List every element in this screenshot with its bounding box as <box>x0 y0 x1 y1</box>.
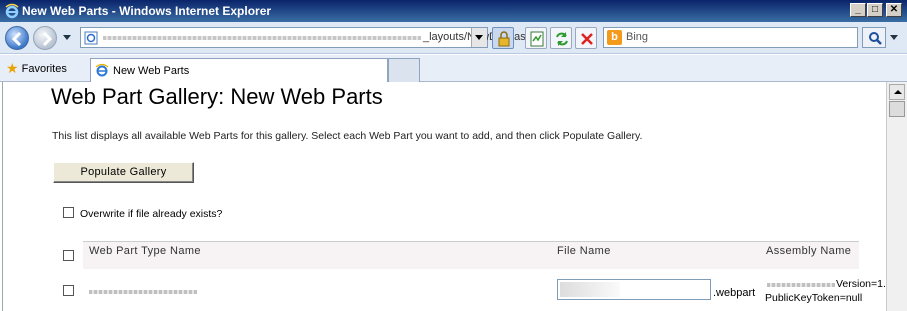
file-name-input[interactable] <box>557 279 711 300</box>
column-header-type-name: Web Part Type Name <box>89 245 201 257</box>
back-button[interactable] <box>5 26 29 50</box>
stop-icon <box>581 33 593 45</box>
row-type-name-redacted <box>89 290 197 294</box>
chevron-down-icon <box>475 35 483 40</box>
tab-new-web-parts[interactable]: New Web Parts <box>90 58 388 82</box>
lock-icon <box>498 31 510 47</box>
tab-label: New Web Parts <box>113 65 190 77</box>
new-tab-button[interactable] <box>388 58 420 82</box>
vertical-scrollbar[interactable] <box>886 82 907 311</box>
url-redacted <box>103 36 421 40</box>
magnifier-icon <box>869 32 882 45</box>
select-all-checkbox[interactable] <box>63 250 74 261</box>
refresh-button[interactable] <box>550 27 572 49</box>
title-bar: New Web Parts - Windows Internet Explore… <box>0 0 907 22</box>
refresh-icon <box>556 32 568 46</box>
column-header-file-name: File Name <box>557 245 611 257</box>
page-description: This list displays all available Web Par… <box>52 130 643 142</box>
file-extension: .webpart <box>713 287 756 299</box>
page-icon <box>84 31 98 45</box>
populate-gallery-button[interactable]: Populate Gallery <box>53 162 194 183</box>
compatibility-icon <box>530 31 544 47</box>
address-bar[interactable]: _layouts/NewDwp.aspx <box>80 27 537 48</box>
overwrite-checkbox[interactable] <box>63 207 74 218</box>
ie-page-icon <box>95 63 109 77</box>
favorites-button[interactable]: ★ Favorites <box>6 60 67 77</box>
bing-icon: b <box>607 30 622 45</box>
scroll-up-button[interactable] <box>889 84 905 100</box>
minimize-button[interactable]: _ <box>850 3 866 17</box>
overwrite-label: Overwrite if file already exists? <box>80 208 223 220</box>
search-options-dropdown-icon[interactable] <box>889 34 899 42</box>
search-placeholder: Bing <box>626 31 649 43</box>
maximize-button[interactable]: □ <box>867 3 883 17</box>
forward-arrow-icon <box>42 31 53 47</box>
assembly-version: Version=1. <box>836 278 886 290</box>
close-window-button[interactable]: ✕ <box>886 3 902 17</box>
page-title: Web Part Gallery: New Web Parts <box>51 84 383 109</box>
window-title: New Web Parts - Windows Internet Explore… <box>22 4 272 18</box>
assembly-token: PublicKeyToken=null <box>765 292 863 304</box>
compatibility-view-button[interactable] <box>525 27 547 49</box>
search-button[interactable] <box>862 27 886 48</box>
back-arrow-icon <box>11 31 22 47</box>
search-input[interactable]: b Bing <box>603 27 858 48</box>
ie-icon <box>5 3 19 19</box>
scroll-thumb[interactable] <box>889 101 905 117</box>
navigation-toolbar: _layouts/NewDwp.aspx b Bing <box>0 22 907 54</box>
star-icon: ★ <box>6 60 19 76</box>
assembly-name-redacted <box>767 283 835 287</box>
table-header: Web Part Type Name File Name Assembly Na… <box>83 241 859 269</box>
column-header-assembly-name: Assembly Name <box>766 245 852 257</box>
arrow-up-icon <box>894 90 902 94</box>
forward-button[interactable] <box>33 26 57 50</box>
row-checkbox[interactable] <box>63 285 74 296</box>
history-dropdown-icon[interactable] <box>62 34 72 42</box>
file-name-redacted <box>560 282 620 297</box>
stop-button[interactable] <box>575 27 597 49</box>
favorites-label: Favorites <box>21 63 67 75</box>
page-content: Web Part Gallery: New Web Parts This lis… <box>2 82 886 311</box>
security-lock-button[interactable] <box>492 27 514 49</box>
address-dropdown-button[interactable] <box>471 28 487 47</box>
favorites-bar: ★ Favorites New Web Parts <box>0 55 907 82</box>
